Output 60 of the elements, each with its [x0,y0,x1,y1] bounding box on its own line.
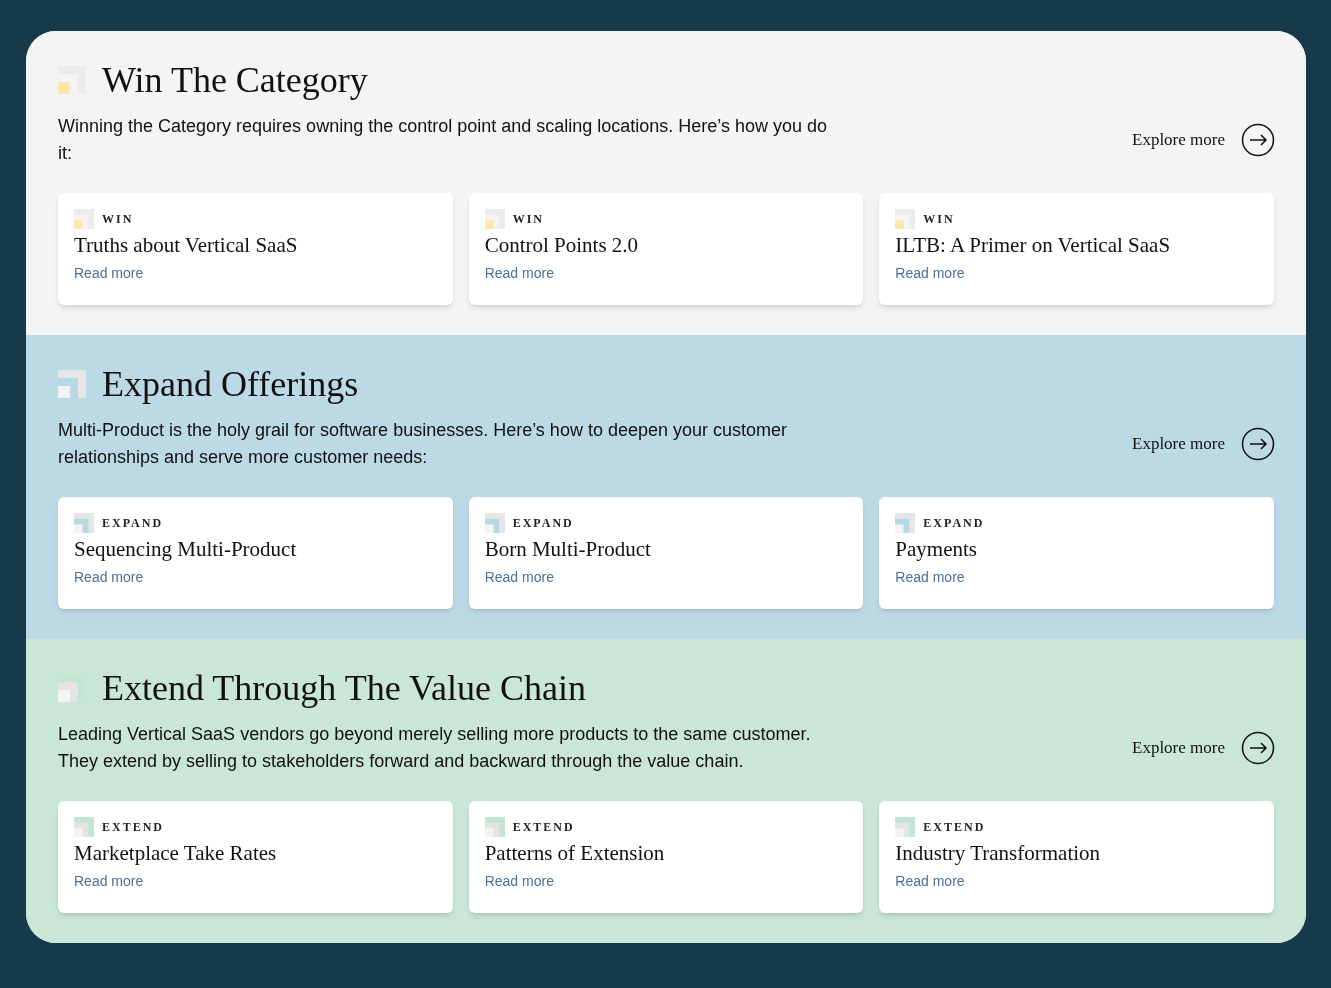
card-tag: EXPAND [923,514,985,532]
section-description: Winning the Category requires owning the control point and scaling locations. Here’s how you do it: [58,115,828,165]
read-more-link[interactable]: Read more [74,871,437,892]
article-card[interactable]: WIN Truths about Vertical SaaS Read more [58,193,453,305]
read-more-link[interactable]: Read more [74,567,437,588]
article-card[interactable]: EXPAND Sequencing Multi-Product Read more [58,497,453,609]
read-more-link[interactable]: Read more [895,263,1258,284]
card-title: Sequencing Multi-Product [74,536,298,563]
card-title: Truths about Vertical SaaS [74,232,299,259]
section-title: Extend Through The Value Chain [102,667,586,710]
card-title: Marketplace Take Rates [74,840,278,867]
article-card[interactable]: EXTEND Industry Transformation Read more [879,801,1274,913]
section-description: Leading Vertical SaaS vendors go beyond merely selling more products to the same customer. They extend by selling to stakeholders forward and backward through the value chain. [58,723,812,773]
squares-icon [58,370,86,398]
squares-icon [74,817,94,837]
squares-icon [58,66,86,94]
explore-more-link[interactable]: Explore more [1132,731,1275,765]
arrow-right-icon [1241,427,1275,461]
article-card[interactable]: EXPAND Born Multi-Product Read more [468,497,864,609]
article-card[interactable]: WIN ILTB: A Primer on Vertical SaaS Read more [879,193,1274,305]
squares-icon [895,513,916,533]
explore-more-link[interactable]: Explore more [1132,123,1275,157]
read-more-link[interactable]: Read more [74,263,437,284]
squares-icon [484,817,505,837]
squares-icon [74,209,94,229]
card-title: Patterns of Extension [484,840,666,867]
read-more-link[interactable]: Read more [484,871,848,892]
read-more-link[interactable]: Read more [484,567,848,588]
squares-icon [484,513,505,533]
squares-icon [58,674,86,702]
card-tag: EXPAND [102,514,164,532]
explore-more-link[interactable]: Explore more [1132,427,1275,461]
card-title: Payments [895,536,978,563]
card-tag: WIN [923,210,955,228]
card-tag: EXTEND [102,818,164,836]
card-title: Control Points 2.0 [484,232,640,259]
card-tag: WIN [102,210,134,228]
article-card[interactable]: EXTEND Marketplace Take Rates Read more [58,801,453,913]
squares-icon [895,209,916,229]
read-more-link[interactable]: Read more [895,567,1258,588]
card-title: Industry Transformation [895,840,1102,867]
read-more-link[interactable]: Read more [484,263,848,284]
card-title: ILTB: A Primer on Vertical SaaS [895,232,1172,259]
squares-icon [484,209,505,229]
section-description: Multi-Product is the holy grail for software businesses. Here’s how to deepen your customer relationships and serve more customer needs: [58,419,788,469]
section-title: Expand Offerings [102,363,359,406]
card-tag: EXTEND [923,818,986,836]
article-card[interactable]: WIN Control Points 2.0 Read more [468,193,864,305]
card-tag: EXPAND [512,514,574,532]
section-title: Win The Category [102,59,368,102]
card-tag: EXTEND [512,818,575,836]
article-card[interactable]: EXPAND Payments Read more [879,497,1274,609]
read-more-link[interactable]: Read more [895,871,1258,892]
squares-icon [74,513,94,533]
arrow-right-icon [1241,123,1275,157]
squares-icon [895,817,916,837]
card-tag: WIN [512,210,544,228]
article-card[interactable]: EXTEND Patterns of Extension Read more [468,801,864,913]
arrow-right-icon [1241,731,1275,765]
card-title: Born Multi-Product [484,536,652,563]
